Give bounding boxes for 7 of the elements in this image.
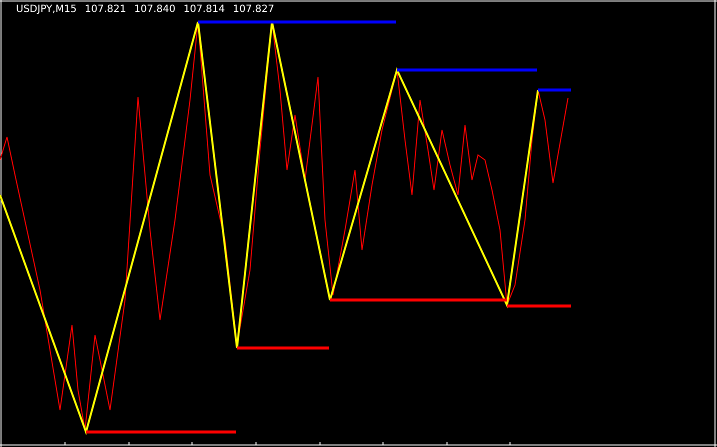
price-value: 107.827 (232, 3, 274, 17)
symbol-label: USDJPY,M15 (16, 3, 77, 17)
price-value: 107.821 (84, 3, 126, 17)
support-line (507, 304, 571, 308)
resistance-line (538, 88, 571, 92)
price-value: 107.840 (134, 3, 176, 17)
price-value: 107.814 (184, 3, 225, 17)
